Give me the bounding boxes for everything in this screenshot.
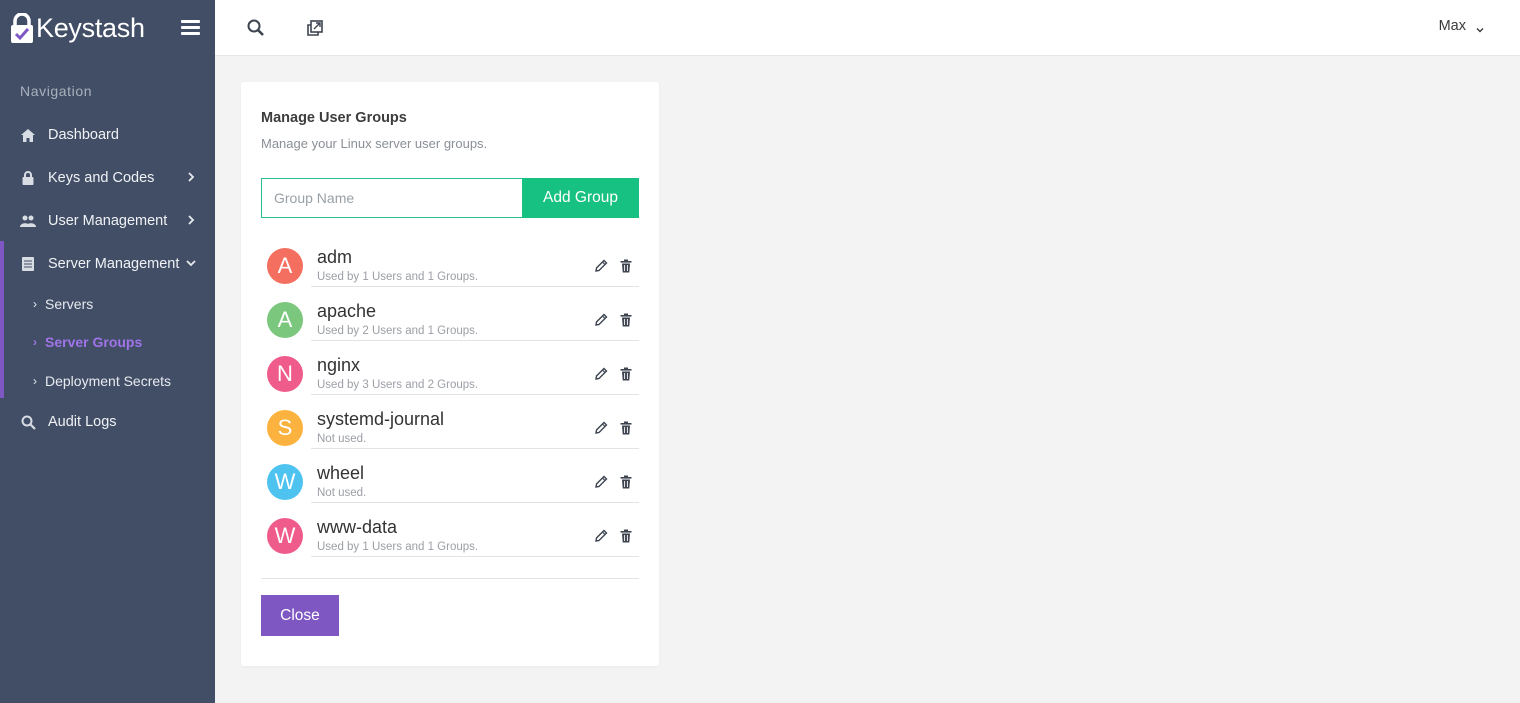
trash-icon[interactable]: [619, 475, 633, 489]
group-usage: Used by 1 Users and 1 Groups.: [317, 541, 479, 553]
group-avatar: A: [267, 302, 303, 338]
chevron-down-icon: [1476, 22, 1484, 33]
home-icon: [20, 127, 36, 143]
nav-item-audit-logs[interactable]: Audit Logs: [0, 403, 215, 441]
user-menu[interactable]: Max: [1439, 18, 1484, 34]
row-divider: [311, 340, 639, 341]
brand-name: Keystash: [36, 12, 145, 43]
trash-icon[interactable]: [619, 313, 633, 327]
edit-pencil-icon[interactable]: [594, 421, 608, 435]
sub-item-label: Server Groups: [45, 334, 143, 350]
group-usage: Used by 2 Users and 1 Groups.: [317, 325, 479, 337]
divider: [261, 578, 639, 579]
group-name: wheel: [317, 463, 365, 483]
group-row: Ssystemd-journal Not used.: [261, 404, 639, 458]
group-name: adm: [317, 247, 353, 267]
trash-icon[interactable]: [619, 367, 633, 381]
group-avatar: S: [267, 410, 303, 446]
row-divider: [311, 286, 639, 287]
user-name: Max: [1438, 18, 1466, 34]
group-name: nginx: [317, 355, 361, 375]
group-usage: Used by 3 Users and 2 Groups.: [317, 379, 479, 391]
nav-item-label: Dashboard: [48, 127, 119, 143]
trash-icon[interactable]: [619, 421, 633, 435]
nav-item-keys-and-codes[interactable]: Keys and Codes: [0, 159, 215, 197]
group-row: Wwww-data Used by 1 Users and 1 Groups.: [261, 512, 639, 566]
nav-item-dashboard[interactable]: Dashboard: [0, 116, 215, 154]
chevron-right-icon: ›: [33, 374, 37, 388]
lock-icon: [20, 170, 36, 186]
keystash-logo-icon: [10, 12, 34, 43]
add-group-button[interactable]: Add Group: [522, 178, 639, 218]
group-usage: Not used.: [317, 433, 367, 445]
group-row: Wwheel Not used.: [261, 458, 639, 512]
chevron-down-icon: [185, 257, 197, 269]
nav-item-label: Keys and Codes: [48, 170, 155, 186]
edit-pencil-icon[interactable]: [594, 259, 608, 273]
sidebar: Keystash Navigation Dashboard Keys and C…: [0, 0, 215, 703]
users-icon: [20, 213, 36, 229]
sub-item-label: Deployment Secrets: [45, 373, 172, 389]
trash-icon[interactable]: [619, 529, 633, 543]
chevron-right-icon: [185, 171, 197, 183]
card-title: Manage User Groups: [261, 110, 407, 126]
group-row: Aadm Used by 1 Users and 1 Groups.: [261, 242, 639, 296]
edit-pencil-icon[interactable]: [594, 475, 608, 489]
group-name: www-data: [317, 517, 398, 537]
group-avatar: A: [267, 248, 303, 284]
trash-icon[interactable]: [619, 259, 633, 273]
search-icon[interactable]: [246, 18, 266, 38]
group-row: Nnginx Used by 3 Users and 2 Groups.: [261, 350, 639, 404]
nav-item-user-management[interactable]: User Management: [0, 202, 215, 240]
row-divider: [311, 448, 639, 449]
row-divider: [311, 556, 639, 557]
edit-pencil-icon[interactable]: [594, 313, 608, 327]
group-usage: Not used.: [317, 487, 367, 499]
search-log-icon: [20, 414, 36, 430]
sub-item-server-groups[interactable]: › Server Groups: [33, 329, 142, 355]
external-window-icon[interactable]: [305, 18, 325, 38]
group-usage: Used by 1 Users and 1 Groups.: [317, 271, 479, 283]
group-name-input[interactable]: [261, 178, 522, 218]
close-button[interactable]: Close: [261, 595, 339, 636]
group-avatar: W: [267, 464, 303, 500]
edit-pencil-icon[interactable]: [594, 367, 608, 381]
chevron-right-icon: ›: [33, 335, 37, 349]
row-divider: [311, 502, 639, 503]
topbar: Max: [215, 0, 1520, 56]
nav-heading: Navigation: [20, 83, 93, 99]
group-avatar: N: [267, 356, 303, 392]
card-subtitle: Manage your Linux server user groups.: [261, 136, 488, 151]
group-name: apache: [317, 301, 377, 321]
group-name: systemd-journal: [317, 409, 445, 429]
edit-pencil-icon[interactable]: [594, 529, 608, 543]
chevron-right-icon: ›: [33, 297, 37, 311]
nav-item-server-management[interactable]: Server Management: [0, 245, 215, 283]
sub-item-deployment-secrets[interactable]: › Deployment Secrets: [33, 368, 171, 394]
nav-item-label: User Management: [48, 213, 168, 229]
row-divider: [311, 394, 639, 395]
chevron-right-icon: [185, 214, 197, 226]
sub-item-label: Servers: [45, 296, 94, 312]
server-icon: [20, 256, 36, 272]
group-row: Aapache Used by 2 Users and 1 Groups.: [261, 296, 639, 350]
nav-item-label: Server Management: [48, 256, 180, 272]
menu-toggle-icon[interactable]: [181, 20, 200, 35]
nav-item-label: Audit Logs: [48, 414, 117, 430]
sub-item-servers[interactable]: › Servers: [33, 291, 93, 317]
group-avatar: W: [267, 518, 303, 554]
manage-groups-card: Manage User Groups Manage your Linux ser…: [241, 82, 659, 666]
